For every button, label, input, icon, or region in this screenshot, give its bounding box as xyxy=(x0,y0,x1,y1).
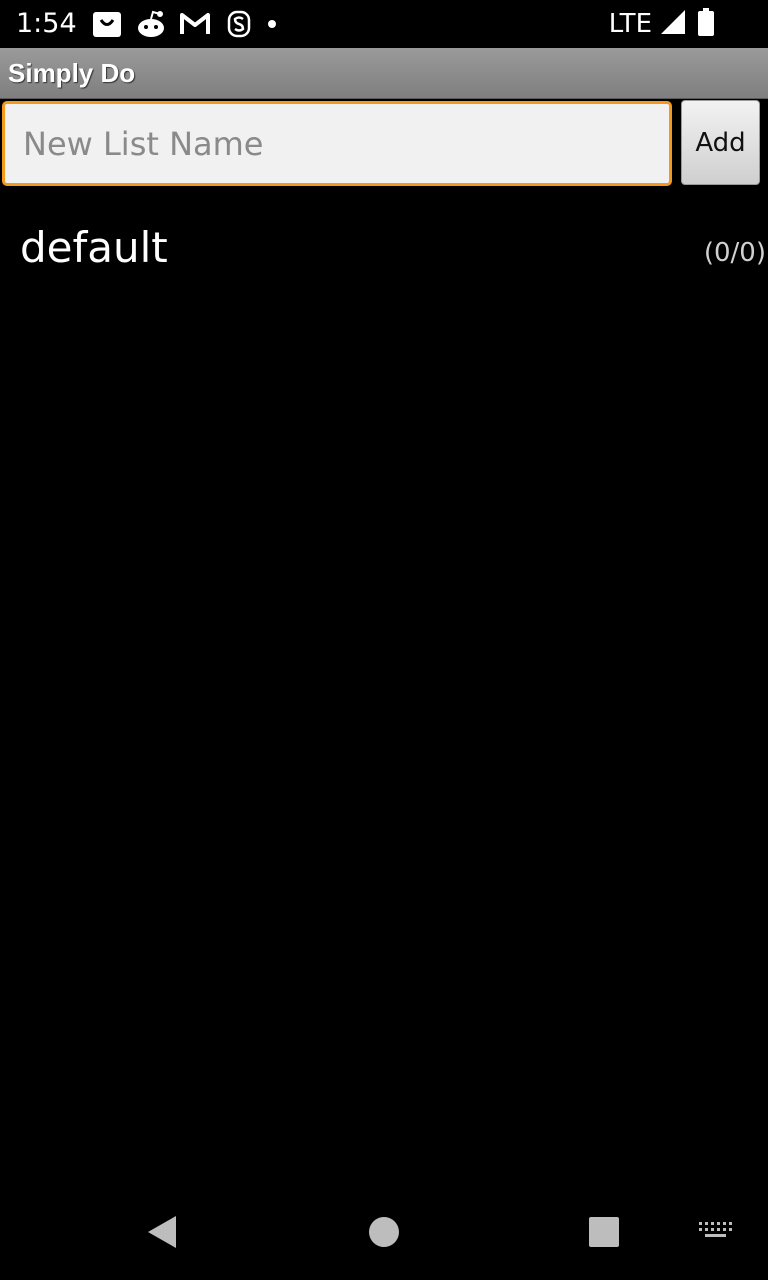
signal-icon xyxy=(660,9,686,39)
network-type: LTE xyxy=(608,9,652,39)
list-name: default xyxy=(20,223,168,272)
gmail-icon xyxy=(180,9,210,39)
battery-icon xyxy=(698,8,714,40)
status-bar: 1:54 LTE xyxy=(0,0,768,48)
shopping-bag-icon xyxy=(92,9,122,39)
list-item[interactable]: default (0/0) xyxy=(0,200,768,300)
recents-icon[interactable] xyxy=(584,1212,624,1252)
reddit-icon xyxy=(136,9,166,39)
navigation-bar xyxy=(0,1184,768,1280)
status-time: 1:54 xyxy=(16,8,77,39)
notification-icons xyxy=(92,9,276,39)
notification-dot-icon xyxy=(268,20,276,28)
app-title: Simply Do xyxy=(8,58,136,88)
app-s-icon xyxy=(224,9,254,39)
screen: 1:54 LTE Simply Do New List Name Add def… xyxy=(0,0,768,1280)
home-icon[interactable] xyxy=(364,1212,404,1252)
keyboard-icon[interactable] xyxy=(696,1212,736,1252)
title-bar: Simply Do xyxy=(0,48,768,99)
add-button[interactable]: Add xyxy=(681,100,760,185)
new-list-name-input[interactable] xyxy=(2,101,672,186)
back-icon[interactable] xyxy=(142,1212,182,1252)
list-count: (0/0) xyxy=(703,238,766,268)
status-right: LTE xyxy=(609,8,714,40)
